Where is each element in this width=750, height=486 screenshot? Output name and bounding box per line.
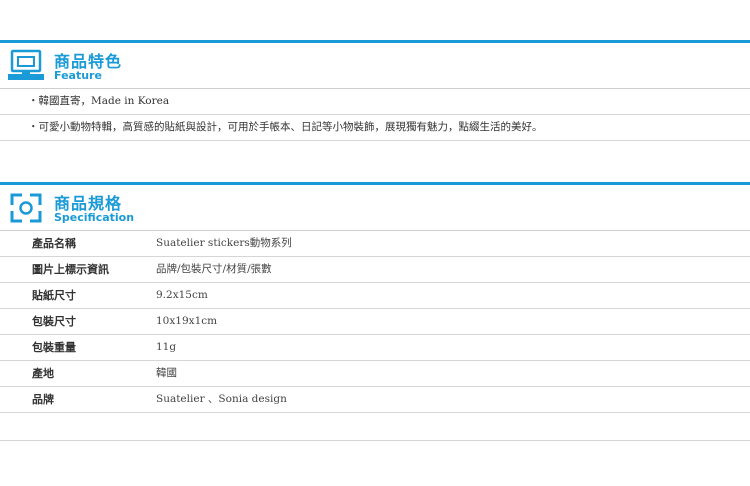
feature-item: ・韓國直寄，Made in Korea: [0, 89, 750, 115]
spec-row-origin: 產地 韓國: [0, 361, 750, 387]
feature-section: 商品特色 Feature ・韓國直寄，Made in Korea ・可愛小動物特…: [0, 40, 750, 141]
spec-label: 包裝尺寸: [32, 315, 76, 328]
spec-value: 9.2x15cm: [156, 289, 208, 301]
spec-row-image-info: 圖片上標示資訊 品牌/包裝尺寸/材質/張數: [0, 257, 750, 283]
spec-label: 貼紙尺寸: [32, 289, 76, 302]
spec-header: 商品規格 Specification: [0, 182, 750, 230]
spec-table: 產品名稱 Suatelier stickers動物系列 圖片上標示資訊 品牌/包…: [0, 230, 750, 441]
spec-table-end: [0, 413, 750, 441]
spec-value: 品牌/包裝尺寸/材質/張數: [156, 263, 272, 275]
spec-label: 包裝重量: [32, 341, 76, 354]
spec-section: 商品規格 Specification 產品名稱 Suatelier sticke…: [0, 182, 750, 441]
monitor-icon: [8, 49, 44, 80]
spec-value: 11g: [156, 341, 177, 353]
spec-row-package-weight: 包裝重量 11g: [0, 335, 750, 361]
feature-list: ・韓國直寄，Made in Korea ・可愛小動物特輯，高質感的貼紙與設計，可…: [0, 88, 750, 141]
feature-subtitle: Feature: [54, 69, 102, 82]
frame-icon: [10, 193, 42, 223]
spec-row-package-size: 包裝尺寸 10x19x1cm: [0, 309, 750, 335]
spec-row-brand: 品牌 Suatelier 、Sonia design: [0, 387, 750, 413]
spec-subtitle: Specification: [54, 211, 135, 224]
spec-value: 韓國: [156, 367, 177, 379]
spec-value: Suatelier 、Sonia design: [156, 393, 287, 405]
feature-header: 商品特色 Feature: [0, 40, 750, 88]
spec-label: 產品名稱: [32, 237, 76, 250]
spec-label: 產地: [32, 367, 54, 380]
spec-label: 品牌: [32, 393, 54, 406]
spec-row-sticker-size: 貼紙尺寸 9.2x15cm: [0, 283, 750, 309]
feature-item: ・可愛小動物特輯，高質感的貼紙與設計，可用於手帳本、日記等小物裝飾，展現獨有魅力…: [0, 115, 750, 141]
spec-value: Suatelier stickers動物系列: [156, 237, 292, 249]
spec-label: 圖片上標示資訊: [32, 263, 109, 276]
spec-value: 10x19x1cm: [156, 315, 218, 327]
spec-row-product-name: 產品名稱 Suatelier stickers動物系列: [0, 231, 750, 257]
